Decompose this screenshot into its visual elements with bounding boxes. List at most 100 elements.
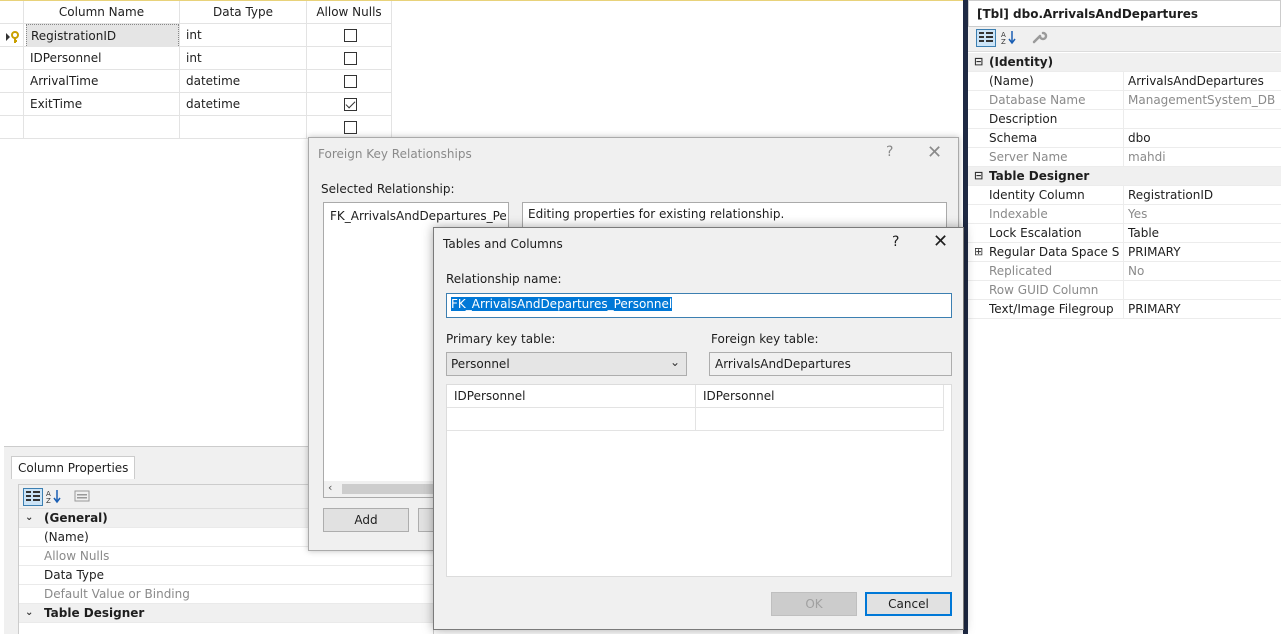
foreign-key-column-cell[interactable] <box>696 408 944 431</box>
column-name-value: IDPersonnel <box>30 51 102 65</box>
property-row[interactable]: (Name) ArrivalsAndDepartures <box>968 72 1281 91</box>
relationship-name-label: Relationship name: <box>446 272 562 286</box>
column-name-cell[interactable]: IDPersonnel <box>24 47 180 70</box>
property-value[interactable]: No <box>1123 262 1281 281</box>
property-pages-icon[interactable] <box>73 488 93 506</box>
data-type-cell[interactable]: int <box>180 47 307 70</box>
table-row[interactable]: RegistrationID int <box>0 24 392 47</box>
property-row[interactable]: ⊞ Regular Data Space Spec PRIMARY <box>968 243 1281 262</box>
categorized-icon[interactable] <box>23 488 43 506</box>
property-row[interactable]: Row GUID Column <box>968 281 1281 300</box>
allow-nulls-checkbox[interactable] <box>344 29 357 42</box>
column-name-cell[interactable]: ArrivalTime <box>24 70 180 93</box>
table-row[interactable] <box>447 408 944 431</box>
add-button[interactable]: Add <box>323 508 409 532</box>
property-row[interactable]: Data Type <box>19 566 435 585</box>
column-name-cell[interactable] <box>24 116 180 139</box>
row-selector[interactable] <box>0 70 24 93</box>
alphabetical-sort-icon[interactable]: AZ <box>1000 29 1020 47</box>
cancel-button[interactable]: Cancel <box>865 592 952 616</box>
property-row[interactable]: Text/Image Filegroup PRIMARY <box>968 300 1281 319</box>
table-row[interactable]: IDPersonnel IDPersonnel <box>447 385 944 408</box>
wrench-icon[interactable] <box>1030 29 1050 47</box>
property-category[interactable]: ⌄ Table Designer <box>19 604 435 623</box>
property-value[interactable]: PRIMARY <box>1123 300 1281 319</box>
property-row[interactable]: Indexable Yes <box>968 205 1281 224</box>
property-row[interactable]: Identity Column RegistrationID <box>968 186 1281 205</box>
help-icon[interactable]: ? <box>892 234 899 250</box>
collapse-icon[interactable]: ⊟ <box>974 53 983 71</box>
data-type-cell[interactable] <box>180 116 307 139</box>
tab-column-properties[interactable]: Column Properties <box>11 456 136 479</box>
properties-object-title[interactable]: [Tbl] dbo.ArrivalsAndDepartures <box>968 0 1281 27</box>
property-value[interactable]: dbo <box>1123 129 1281 148</box>
relationship-description: Editing properties for existing relation… <box>522 202 947 228</box>
property-row[interactable]: Schema dbo <box>968 129 1281 148</box>
list-item[interactable]: FK_ArrivalsAndDepartures_Personnel <box>330 209 506 223</box>
categorized-icon[interactable] <box>976 29 996 47</box>
property-name: Identity Column <box>989 188 1085 202</box>
row-selector[interactable] <box>0 47 24 70</box>
property-value[interactable]: RegistrationID <box>1123 186 1281 205</box>
property-category[interactable]: ⊟ (Identity) <box>968 53 1281 72</box>
column-name-cell[interactable]: ExitTime <box>24 93 180 116</box>
row-selector[interactable] <box>0 24 24 47</box>
primary-key-icon <box>6 29 20 43</box>
table-row[interactable]: ArrivalTime datetime <box>0 70 392 93</box>
primary-key-table-select[interactable]: Personnel ⌄ <box>446 352 687 376</box>
row-selector[interactable] <box>0 116 24 139</box>
property-category[interactable]: ⊟ Table Designer <box>968 167 1281 186</box>
primary-key-table-label: Primary key table: <box>446 332 556 346</box>
table-row[interactable]: IDPersonnel int <box>0 47 392 70</box>
table-row[interactable] <box>0 116 392 139</box>
property-row[interactable]: Server Name mahdi <box>968 148 1281 167</box>
header-data-type[interactable]: Data Type <box>180 1 307 24</box>
relationship-name-input[interactable]: FK_ArrivalsAndDepartures_Personnel <box>446 293 952 318</box>
primary-key-column-cell[interactable] <box>447 408 696 431</box>
close-icon[interactable]: ✕ <box>933 231 948 252</box>
property-value[interactable]: mahdi <box>1123 148 1281 167</box>
property-name: Default Value or Binding <box>44 587 190 601</box>
alphabetical-sort-icon[interactable]: AZ <box>45 488 65 506</box>
property-name: Row GUID Column <box>989 283 1099 297</box>
column-name-cell[interactable]: RegistrationID <box>24 24 180 47</box>
primary-key-column-cell[interactable]: IDPersonnel <box>447 385 696 408</box>
data-type-cell[interactable]: datetime <box>180 93 307 116</box>
allow-nulls-checkbox[interactable] <box>344 52 357 65</box>
allow-nulls-checkbox[interactable] <box>344 98 357 111</box>
tc-dialog-title: Tables and Columns <box>443 237 563 251</box>
property-row[interactable]: Database Name ManagementSystem_DB <box>968 91 1281 110</box>
data-type-cell[interactable]: datetime <box>180 70 307 93</box>
header-column-name[interactable]: Column Name <box>24 1 180 24</box>
property-value[interactable]: Yes <box>1123 205 1281 224</box>
collapse-icon[interactable]: ⌄ <box>25 509 33 527</box>
property-row[interactable]: Replicated No <box>968 262 1281 281</box>
row-selector[interactable] <box>0 93 24 116</box>
chevron-left-icon[interactable]: ‹ <box>328 481 332 494</box>
header-allow-nulls[interactable]: Allow Nulls <box>307 1 392 24</box>
property-value[interactable] <box>1123 281 1281 300</box>
close-icon[interactable]: ✕ <box>927 142 942 163</box>
property-value[interactable] <box>1123 110 1281 129</box>
row-header-corner <box>0 1 24 24</box>
collapse-icon[interactable]: ⊟ <box>974 167 983 185</box>
help-icon[interactable]: ? <box>886 144 893 160</box>
property-value[interactable]: ManagementSystem_DB <box>1123 91 1281 110</box>
property-row[interactable]: Lock Escalation Table <box>968 224 1281 243</box>
svg-text:Z: Z <box>46 497 51 504</box>
property-value[interactable]: PRIMARY <box>1123 243 1281 262</box>
table-row[interactable]: ExitTime datetime <box>0 93 392 116</box>
ok-button[interactable]: OK <box>771 592 857 616</box>
allow-nulls-checkbox[interactable] <box>344 75 357 88</box>
allow-nulls-cell <box>307 24 392 47</box>
property-value[interactable]: Table <box>1123 224 1281 243</box>
foreign-key-column-cell[interactable]: IDPersonnel <box>696 385 944 408</box>
expand-icon[interactable]: ⊞ <box>974 243 983 261</box>
property-row[interactable]: Default Value or Binding <box>19 585 435 604</box>
allow-nulls-checkbox[interactable] <box>344 121 357 134</box>
property-name: Data Type <box>44 568 105 582</box>
data-type-cell[interactable]: int <box>180 24 307 47</box>
collapse-icon[interactable]: ⌄ <box>25 604 33 622</box>
property-value[interactable]: ArrivalsAndDepartures <box>1123 72 1281 91</box>
property-row[interactable]: Description <box>968 110 1281 129</box>
